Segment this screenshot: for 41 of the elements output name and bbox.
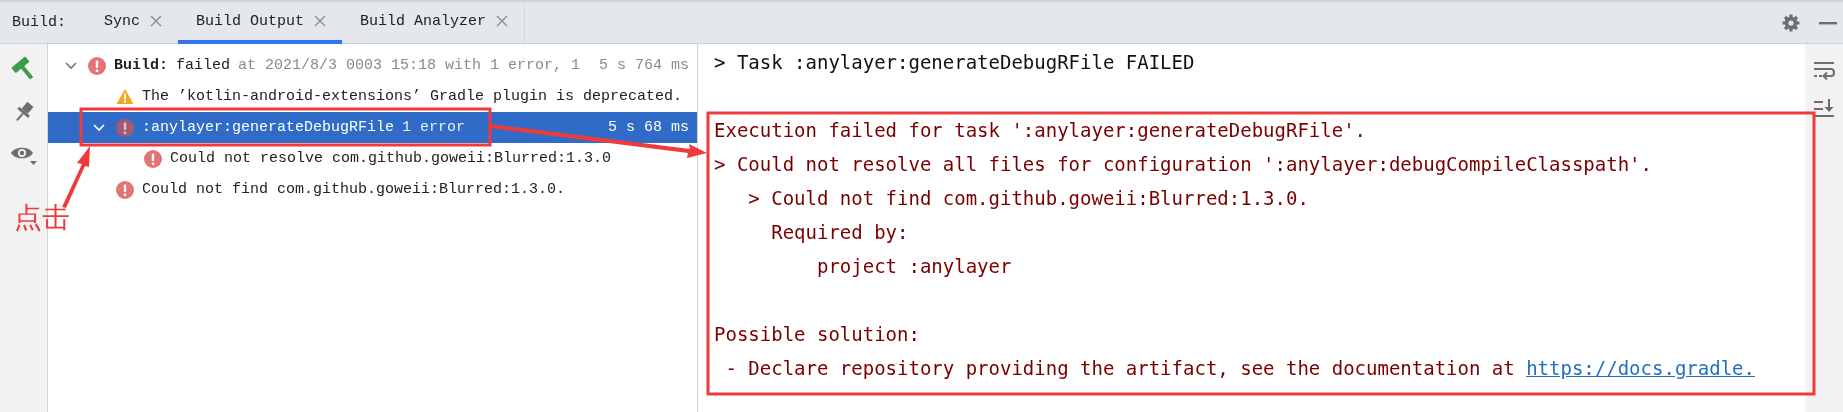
tree-item[interactable]: Build: failed at 2021/8/3 0003 15:18 with 1 error, 1 5 s 764 ms [48,50,697,81]
node-title: The ’kotlin-android-extensions’ Gradle plugin is deprecated. [142,88,683,105]
annotation-label: 点击 [14,204,70,232]
build-status: failed [176,57,231,74]
error-icon [116,180,134,199]
console-line: Possible solution: [714,322,921,347]
error-icon [88,56,106,75]
node-title: :anylayer:generateDebugRFile [142,119,395,136]
tree-item[interactable]: Could not find com.github.goweii:Blurred:1.3.0. [48,174,697,205]
console-line: > Could not find com.github.goweii:Blurred:1.3.0. [747,186,1310,211]
error-icon [116,118,134,137]
error-icon [144,149,162,168]
console-line: Required by: [770,220,910,245]
warning-icon [116,88,134,105]
node-detail: at 2021/8/3 0003 15:18 with 1 error, 1 [238,57,581,74]
settings-icon[interactable] [1781,12,1801,33]
console-line: - Declare repository providing the artifact, see the documentation at https://docs.gradle. [724,356,1756,381]
console-line: > Task :anylayer:generateDebugRFile FAILED [714,50,1196,75]
tool-window-label: Build: [11,14,67,31]
documentation-link[interactable]: https://docs.gradle. [1526,357,1755,379]
node-title: Could not find com.github.goweii:Blurred:1.3.0. [142,181,566,198]
close-icon[interactable] [150,15,163,27]
node-title: Could not resolve com.github.goweii:Blurred:1.3.0 [170,150,612,167]
console-line: > Could not resolve all files for configuration ':anylayer:debugCompileClasspath'. [714,152,1653,177]
close-icon[interactable] [496,15,509,27]
tab[interactable]: Sync [86,2,179,44]
tree-item[interactable]: :anylayer:generateDebugRFile 1 error 5 s 68 ms [48,112,697,143]
close-icon[interactable] [314,15,327,27]
tab[interactable]: Build Output [178,2,343,44]
console-line: Execution failed for task ':anylayer:generateDebugRFile'. [714,118,1368,143]
minimize-icon[interactable] [1819,20,1837,25]
duration-label: 5 s 764 ms [599,57,689,74]
tab[interactable]: Build Analyzer [342,2,525,44]
node-title: Build: [114,57,168,74]
scroll-to-end-icon[interactable] [1813,98,1835,120]
tree-item[interactable]: Could not resolve com.github.goweii:Blurred:1.3.0 [48,143,697,174]
console-line: project :anylayer [815,254,1013,279]
soft-wrap-icon[interactable] [1813,60,1835,82]
tree-item[interactable]: The ’kotlin-android-extensions’ Gradle plugin is deprecated. [48,81,697,112]
node-detail: 1 error [402,119,466,136]
duration-label: 5 s 68 ms [608,119,689,136]
